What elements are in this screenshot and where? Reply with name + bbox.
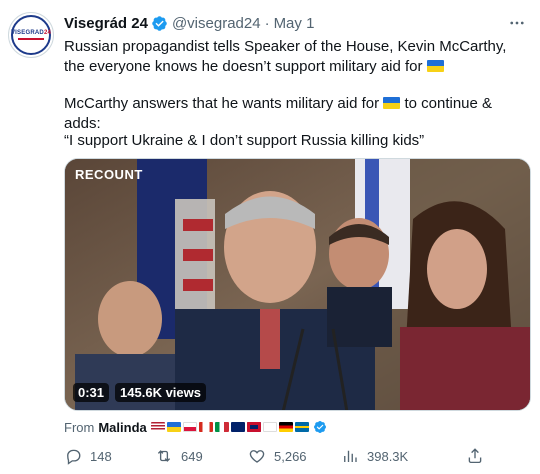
canada-flag-icon [198, 422, 213, 432]
avatar-logo: VISEGRAD24 [11, 15, 51, 55]
poland-flag-icon [182, 422, 197, 432]
views-count: 398.3K [367, 448, 409, 464]
video-views: 145.6K views [115, 383, 206, 402]
video-player[interactable]: RECOUNT 0:31 145.6K views [64, 158, 531, 411]
uk-flag-icon [246, 422, 261, 432]
verified-badge-icon[interactable] [151, 15, 168, 32]
more-icon[interactable] [508, 14, 526, 37]
tweet[interactable]: VISEGRAD24 Visegrád 24 @visegrad24 · May… [0, 0, 540, 474]
tweet-text-line2: McCarthy answers that he wants military … [64, 94, 530, 134]
views-button[interactable]: 398.3K [341, 447, 446, 465]
sweden-flag-icon [294, 422, 309, 432]
video-duration: 0:31 [73, 383, 110, 402]
tweet-header: Visegrád 24 @visegrad24 · May 1 [64, 12, 532, 34]
video-frame [65, 159, 530, 410]
reply-icon [67, 449, 81, 465]
views-icon [344, 450, 357, 462]
share-button[interactable] [466, 447, 492, 465]
avatar-num: 24 [43, 30, 52, 36]
avatar-text: VISEGRAD [10, 30, 44, 36]
reply-button[interactable]: 148 [64, 447, 149, 465]
retweet-icon [157, 450, 171, 462]
heart-icon [249, 450, 265, 463]
germany-flag-icon [278, 422, 293, 432]
like-button[interactable]: 5,266 [248, 447, 333, 465]
retweet-count: 649 [181, 448, 203, 464]
ukraine-flag-icon [166, 422, 181, 432]
tweet-text-2a: McCarthy answers that he wants military … [64, 95, 380, 112]
ukraine-flag-icon [426, 60, 444, 72]
like-count: 5,266 [274, 448, 307, 464]
retweet-button[interactable]: 649 [155, 447, 240, 465]
tweet-quote: “I support Ukraine & I don’t support Rus… [64, 132, 425, 149]
handle[interactable]: @visegrad24 [172, 15, 261, 32]
share-icon [468, 448, 482, 464]
video-badges: 0:31 145.6K views [73, 383, 206, 402]
from-label: From [64, 419, 95, 435]
reply-count: 148 [90, 448, 112, 464]
source-logo: RECOUNT [75, 167, 143, 182]
video-attribution: From Malinda [64, 418, 327, 436]
england-flag-icon [262, 422, 277, 432]
ukraine-flag-icon [383, 97, 401, 109]
australia-flag-icon [230, 422, 245, 432]
tweet-text-line1: Russian propagandist tells Speaker of th… [64, 37, 530, 77]
verified-badge-icon [313, 420, 327, 434]
display-name[interactable]: Visegrád 24 [64, 15, 148, 32]
avatar-underline [18, 38, 44, 40]
from-name[interactable]: Malinda [98, 420, 146, 435]
timestamp[interactable]: May 1 [274, 15, 315, 32]
italy-flag-icon [214, 422, 229, 432]
separator: · [264, 14, 270, 32]
avatar[interactable]: VISEGRAD24 [8, 12, 54, 58]
tweet-actions: 148 649 5,266 398.3K [64, 446, 530, 466]
us-flag-icon [150, 422, 165, 432]
